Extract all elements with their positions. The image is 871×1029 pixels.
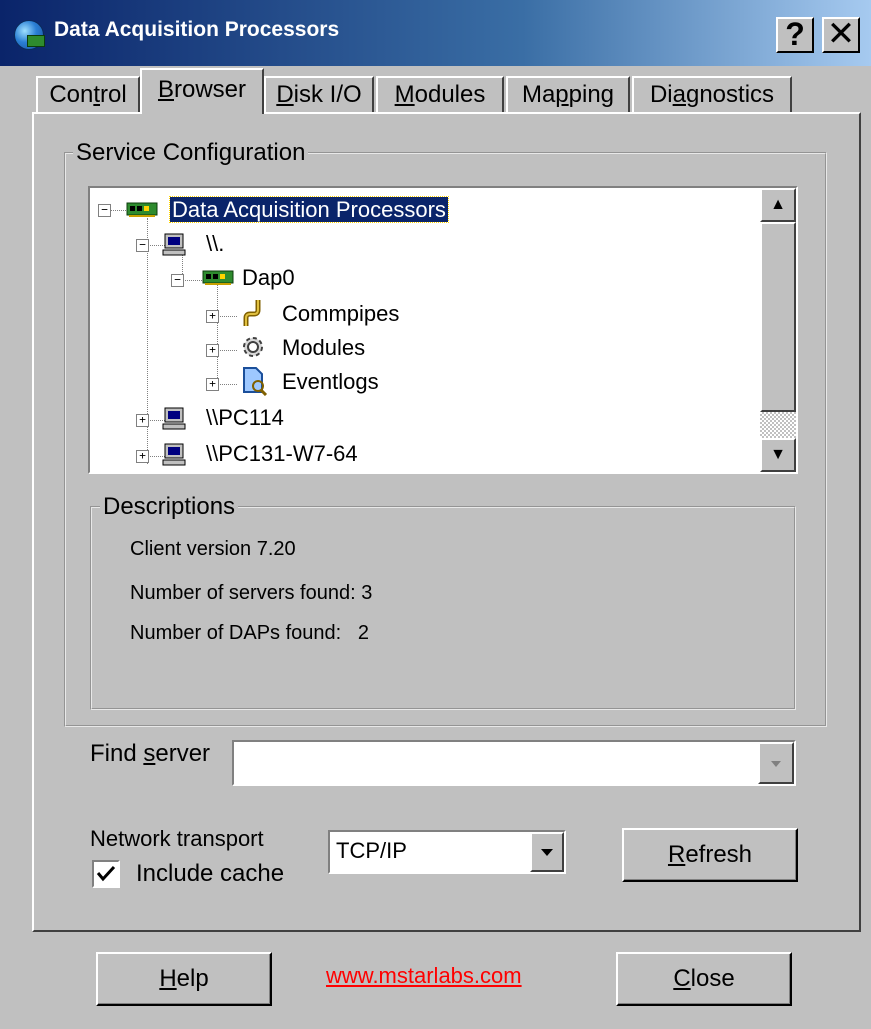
expand-toggle[interactable]: + <box>206 310 219 323</box>
tab-browser[interactable]: Browser <box>140 68 264 114</box>
servers-found-text: Number of servers found: 3 <box>130 582 373 604</box>
tab-diagnostics-accel: a <box>672 81 686 108</box>
network-transport-label: Network transport <box>90 826 264 851</box>
help-button[interactable]: Help <box>96 952 272 1006</box>
find-server-input[interactable] <box>234 742 758 784</box>
transport-dropdown-button[interactable] <box>530 832 564 872</box>
find-server-label: Find server <box>90 740 211 767</box>
computer-icon <box>162 443 186 466</box>
window-title: Data Acquisition Processors <box>54 18 340 41</box>
tab-modules-accel: M <box>394 81 415 108</box>
eventlog-icon <box>243 367 268 396</box>
descriptions-group <box>90 506 796 710</box>
tab-disk-accel: D <box>276 81 294 108</box>
scroll-up-button[interactable]: ▲ <box>760 188 796 222</box>
collapse-toggle[interactable]: − <box>98 204 111 217</box>
computer-icon <box>162 407 186 430</box>
include-cache-checkbox[interactable] <box>92 860 120 888</box>
tab-control[interactable]: Control <box>36 76 140 112</box>
daps-found-text: Number of DAPs found: 2 <box>130 622 370 644</box>
gear-icon <box>243 337 263 357</box>
include-cache-label[interactable]: Include cache <box>136 860 284 888</box>
find-server-dropdown-button[interactable] <box>758 742 794 784</box>
transport-select[interactable]: TCP/IP <box>328 830 566 874</box>
scroll-down-button[interactable]: ▼ <box>760 438 796 472</box>
tab-control-accel: t <box>93 81 101 108</box>
tab-modules[interactable]: Modules <box>376 76 504 112</box>
service-tree[interactable]: − Data Acquisition Processors − \\. − Da… <box>88 186 798 474</box>
tree-item-commpipes[interactable]: Commpipes <box>282 298 399 330</box>
expand-toggle[interactable]: + <box>206 378 219 391</box>
collapse-toggle[interactable]: − <box>171 274 184 287</box>
tree-item-data-acquisition-processors[interactable]: Data Acquisition Processors <box>169 194 449 226</box>
tree-item-dap0[interactable]: Dap0 <box>242 262 295 294</box>
tree-item-pc114[interactable]: \\PC114 <box>206 402 284 434</box>
expand-toggle[interactable]: + <box>206 344 219 357</box>
find-server-combobox[interactable] <box>232 740 796 786</box>
expand-toggle[interactable]: + <box>136 450 149 463</box>
service-configuration-legend: Service Configuration <box>73 139 309 167</box>
collapse-toggle[interactable]: − <box>136 239 149 252</box>
scroll-thumb[interactable] <box>760 222 796 412</box>
computer-icon <box>162 233 186 256</box>
scroll-track[interactable] <box>760 412 796 438</box>
dap-board-icon <box>202 270 234 285</box>
tab-mapping-accel: p <box>555 81 569 108</box>
tree-scrollbar[interactable]: ▲ ▼ <box>760 188 796 472</box>
tab-mapping[interactable]: Mapping <box>506 76 630 112</box>
tree-item-label: Data Acquisition Processors <box>169 196 449 223</box>
client-version-text: Client version 7.20 <box>130 538 296 560</box>
close-window-button[interactable]: ✕ <box>822 17 860 53</box>
app-icon <box>14 20 45 50</box>
tab-diagnostics[interactable]: Diagnostics <box>632 76 792 112</box>
tree-item-pc131-w7-64[interactable]: \\PC131-W7-64 <box>206 438 358 470</box>
chevron-down-icon <box>771 761 781 767</box>
chevron-down-icon <box>541 849 553 856</box>
tab-browser-accel: B <box>157 76 174 103</box>
transport-select-value: TCP/IP <box>336 838 407 863</box>
descriptions-legend: Descriptions <box>100 493 239 521</box>
mstarlabs-link[interactable]: www.mstarlabs.com <box>326 963 522 989</box>
tree-item-eventlogs[interactable]: Eventlogs <box>282 366 379 398</box>
help-question-button[interactable]: ? <box>776 17 814 53</box>
dap-board-icon <box>126 202 158 217</box>
tab-disk-io[interactable]: Disk I/O <box>264 76 374 112</box>
refresh-button[interactable]: Refresh <box>622 828 798 882</box>
checkmark-icon <box>96 865 116 882</box>
expand-toggle[interactable]: + <box>136 414 149 427</box>
pipe-icon <box>243 300 261 326</box>
tree-item-local[interactable]: \\. <box>206 228 224 260</box>
title-bar[interactable]: Data Acquisition Processors ? ✕ <box>0 0 871 66</box>
tree-item-modules[interactable]: Modules <box>282 332 365 364</box>
close-button[interactable]: Close <box>616 952 792 1006</box>
